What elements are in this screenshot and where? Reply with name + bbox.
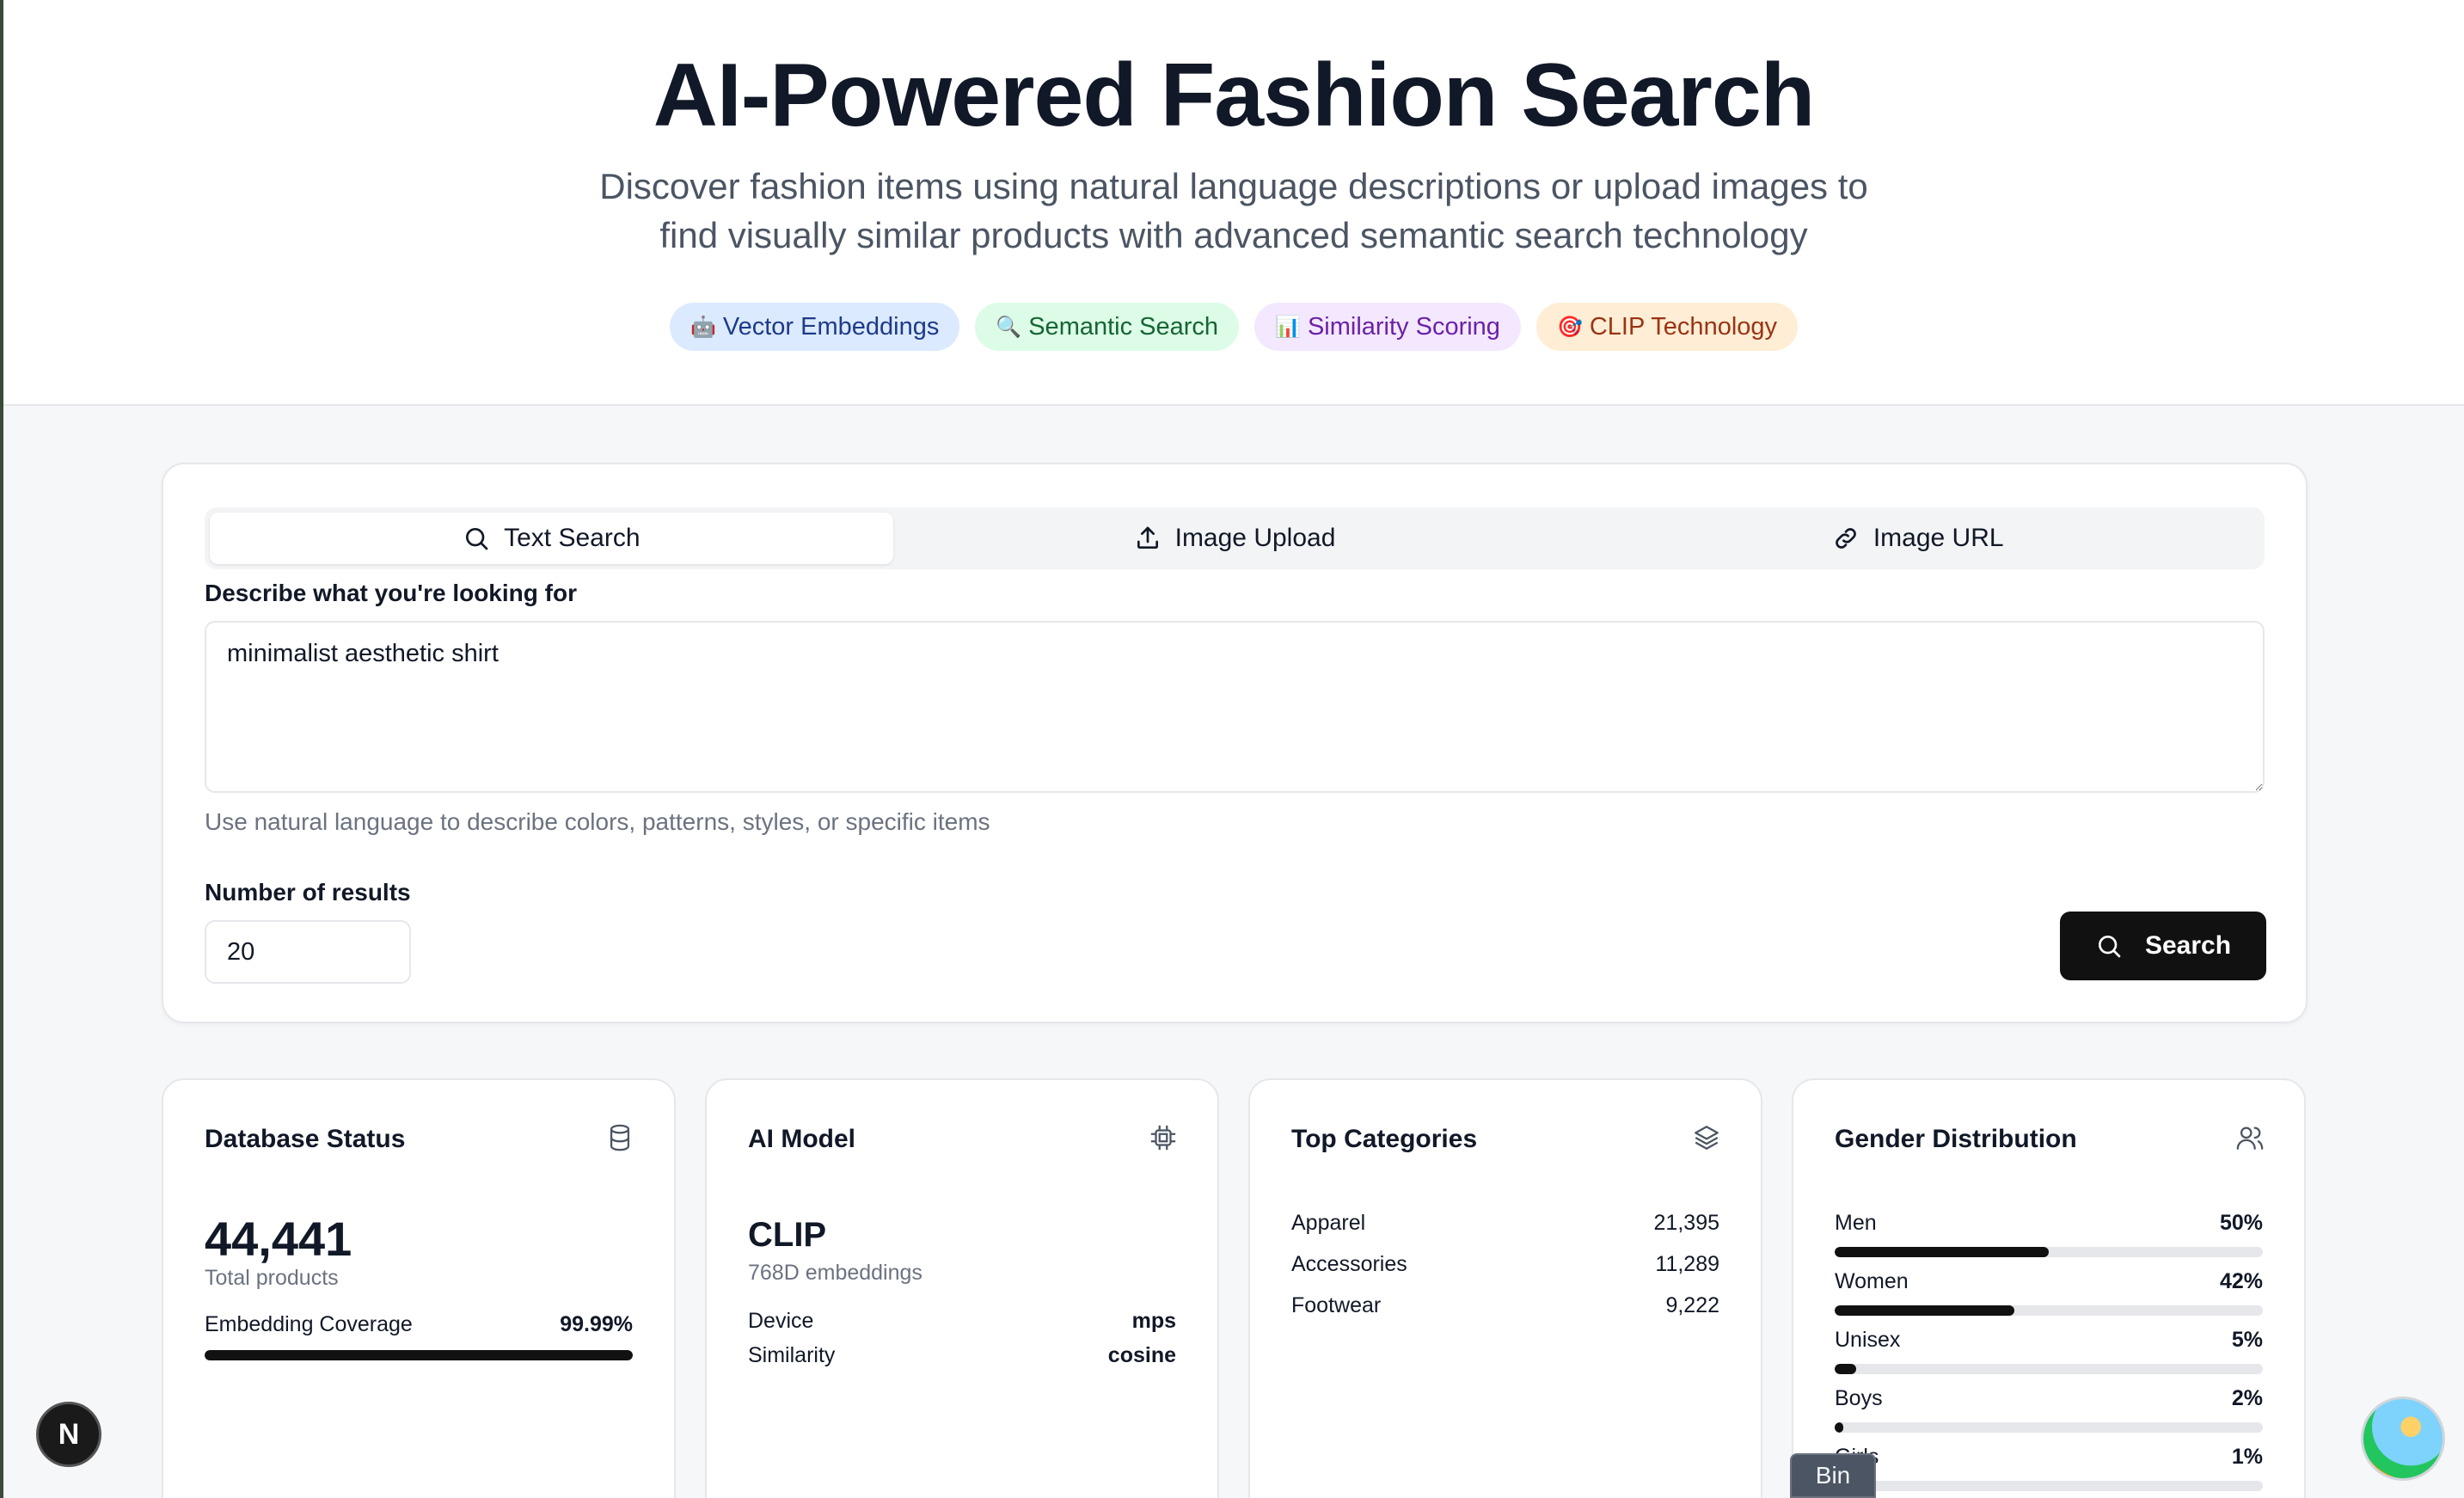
gender-pct: 2% bbox=[2231, 1386, 2263, 1410]
gender-bar bbox=[1835, 1481, 2263, 1491]
hero-header: AI-Powered Fashion Search Discover fashi… bbox=[3, 0, 2464, 406]
chip-label: Semantic Search bbox=[1028, 312, 1219, 341]
coverage-progress-fill bbox=[205, 1350, 633, 1360]
chip-vector-embeddings: 🤖 Vector Embeddings bbox=[669, 303, 960, 351]
gender-pct: 42% bbox=[2219, 1269, 2263, 1293]
gender-pct: 5% bbox=[2231, 1328, 2263, 1352]
bin-tooltip: Bin bbox=[1790, 1453, 1876, 1498]
similarity-value: cosine bbox=[1107, 1343, 1176, 1367]
gender-row-unisex: Unisex 5% bbox=[1835, 1328, 2263, 1353]
robot-icon: 🤖 bbox=[690, 315, 716, 339]
subtitle-line-1: Discover fashion items using natural lan… bbox=[599, 166, 1868, 206]
gender-bar bbox=[1835, 1305, 2263, 1316]
chip-clip-technology: 🎯 CLIP Technology bbox=[1535, 303, 1799, 351]
gender-row-boys: Boys 2% bbox=[1835, 1386, 2263, 1411]
gender-row-men: Men 50% bbox=[1835, 1211, 2263, 1236]
chip-similarity-scoring: 📊 Similarity Scoring bbox=[1254, 303, 1521, 351]
gender-name: Unisex bbox=[1835, 1328, 1901, 1352]
embedding-coverage-row: Embedding Coverage 99.99% bbox=[205, 1312, 633, 1337]
query-label: Describe what you're looking for bbox=[205, 580, 577, 606]
feature-chips: 🤖 Vector Embeddings 🔍 Semantic Search 📊 … bbox=[3, 303, 2464, 351]
page-subtitle: Discover fashion items using natural lan… bbox=[3, 162, 2464, 260]
tab-image-upload[interactable]: Image Upload bbox=[893, 513, 1577, 564]
coverage-value: 99.99% bbox=[560, 1312, 633, 1336]
search-icon bbox=[2098, 936, 2121, 958]
category-count: 11,289 bbox=[1655, 1252, 1719, 1276]
search-mode-tabs: Text Search Image Upload Image URL bbox=[205, 507, 2265, 569]
category-row: Footwear 9,222 bbox=[1291, 1293, 1719, 1318]
query-hint: Use natural language to describe colors,… bbox=[205, 808, 990, 835]
gender-pct: 1% bbox=[2231, 1445, 2263, 1469]
device-value: mps bbox=[1131, 1309, 1176, 1333]
category-row: Apparel 21,395 bbox=[1291, 1211, 1719, 1236]
chip-label: Similarity Scoring bbox=[1307, 312, 1500, 341]
category-name: Accessories bbox=[1291, 1252, 1407, 1276]
card-title: Gender Distribution bbox=[1835, 1125, 2077, 1153]
upload-icon bbox=[1137, 526, 1158, 549]
gender-name: Women bbox=[1835, 1269, 1909, 1293]
chip-label: Vector Embeddings bbox=[722, 312, 940, 341]
subtitle-line-2: find visually similar products with adva… bbox=[659, 215, 1808, 255]
users-icon bbox=[2236, 1127, 2264, 1150]
gender-name: Boys bbox=[1835, 1386, 1883, 1410]
search-card: Text Search Image Upload Image URL Descr… bbox=[162, 463, 2308, 1023]
total-products-count: 44,441 bbox=[205, 1212, 352, 1266]
target-icon: 🎯 bbox=[1556, 315, 1583, 339]
search-button[interactable]: Search bbox=[2060, 912, 2266, 980]
category-row: Accessories 11,289 bbox=[1291, 1252, 1719, 1277]
similarity-row: Similarity cosine bbox=[748, 1343, 1176, 1368]
model-name: CLIP bbox=[748, 1216, 827, 1254]
coverage-progress-bar bbox=[205, 1350, 633, 1360]
gender-bar-fill bbox=[1835, 1305, 2015, 1316]
gender-bar bbox=[1835, 1364, 2263, 1374]
result-count-label: Number of results bbox=[205, 879, 411, 906]
nextjs-devtools-button[interactable]: N bbox=[36, 1402, 101, 1467]
gender-pct: 50% bbox=[2219, 1211, 2263, 1235]
coverage-label: Embedding Coverage bbox=[205, 1312, 413, 1336]
tab-image-url[interactable]: Image URL bbox=[1576, 513, 2259, 564]
page-title: AI-Powered Fashion Search bbox=[653, 46, 1815, 145]
bar-chart-icon: 📊 bbox=[1275, 315, 1301, 339]
database-status-card: Database Status 44,441 Total products Em… bbox=[162, 1078, 676, 1498]
gender-bar-fill bbox=[1835, 1364, 1856, 1374]
gender-bar-fill bbox=[1835, 1422, 1843, 1433]
chip-label: CLIP Technology bbox=[1589, 312, 1778, 341]
result-count-input[interactable] bbox=[205, 920, 411, 984]
gender-bar bbox=[1835, 1247, 2263, 1257]
gender-row-girls: Girls 1% bbox=[1835, 1445, 2263, 1470]
card-title: Database Status bbox=[205, 1125, 406, 1153]
search-button-label: Search bbox=[2144, 931, 2232, 960]
gender-bar-fill bbox=[1835, 1247, 2049, 1257]
tab-label: Text Search bbox=[504, 524, 641, 552]
chip-semantic-search: 🔍 Semantic Search bbox=[975, 303, 1240, 351]
device-label: Device bbox=[748, 1309, 814, 1333]
top-categories-card: Top Categories Apparel 21,395 Accessorie… bbox=[1248, 1078, 1762, 1498]
gender-name: Men bbox=[1835, 1211, 1877, 1235]
link-icon bbox=[1835, 528, 1856, 549]
similarity-label: Similarity bbox=[748, 1343, 836, 1367]
tab-label: Image Upload bbox=[1174, 524, 1336, 552]
cpu-icon bbox=[1150, 1125, 1176, 1151]
embedding-dimension: 768D embeddings bbox=[748, 1261, 922, 1285]
gender-distribution-card: Gender Distribution Men 50% Women 42% Un… bbox=[1792, 1078, 2306, 1498]
database-icon bbox=[610, 1124, 630, 1151]
search-icon bbox=[466, 528, 488, 550]
query-textarea[interactable] bbox=[205, 621, 2265, 793]
total-products-label: Total products bbox=[205, 1266, 339, 1290]
category-count: 9,222 bbox=[1665, 1293, 1719, 1317]
layers-icon bbox=[1695, 1126, 1719, 1150]
category-count: 21,395 bbox=[1653, 1211, 1719, 1235]
card-title: AI Model bbox=[748, 1125, 855, 1153]
device-row: Device mps bbox=[748, 1309, 1176, 1334]
magnifier-icon: 🔍 bbox=[996, 315, 1022, 339]
category-name: Footwear bbox=[1291, 1293, 1382, 1317]
gender-row-women: Women 42% bbox=[1835, 1269, 2263, 1294]
card-title: Top Categories bbox=[1291, 1125, 1478, 1153]
ai-model-card: AI Model CLIP 768D embeddings Device mps… bbox=[705, 1078, 1219, 1498]
tab-text-search[interactable]: Text Search bbox=[210, 513, 893, 564]
assistant-avatar[interactable] bbox=[2361, 1397, 2445, 1481]
category-name: Apparel bbox=[1291, 1211, 1366, 1235]
tab-label: Image URL bbox=[1873, 524, 2004, 552]
gender-bar bbox=[1835, 1422, 2263, 1433]
